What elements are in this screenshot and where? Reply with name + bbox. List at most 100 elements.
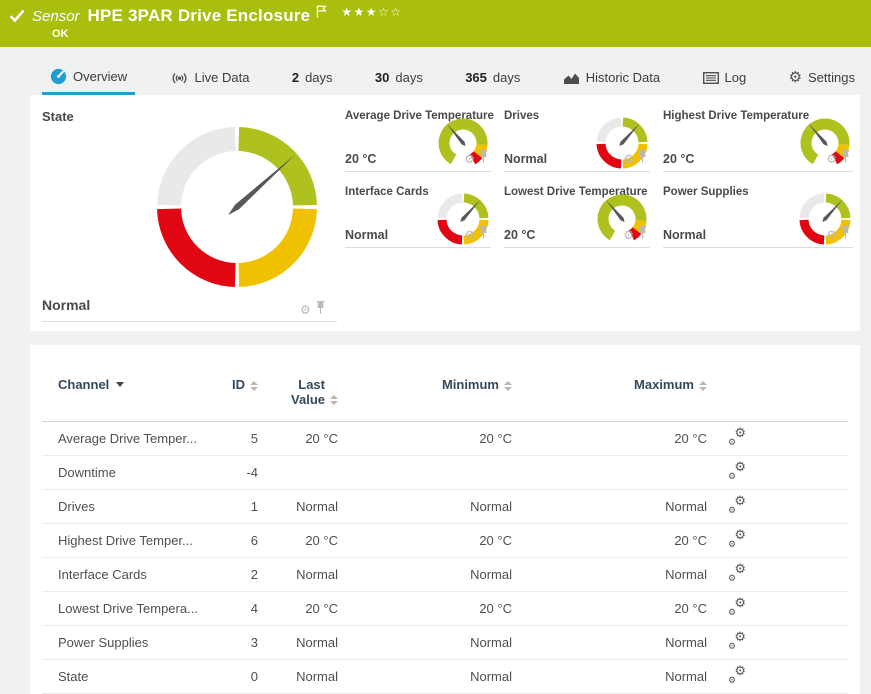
tab-2-days[interactable]: 2days <box>284 64 341 95</box>
cell-maximum: Normal <box>512 669 707 684</box>
gear-icon[interactable]: ⚙ <box>300 304 311 316</box>
table-row[interactable]: Lowest Drive Tempera... 4 20 °C 20 °C 20… <box>42 592 848 626</box>
cell-channel[interactable]: Power Supplies <box>58 635 218 650</box>
column-header-minimum[interactable]: Minimum <box>338 377 512 392</box>
sort-desc-icon <box>116 382 124 387</box>
cell-id: 0 <box>218 669 258 684</box>
cell-channel[interactable]: Downtime <box>58 465 218 480</box>
gear-icon[interactable]: ⚙ <box>464 153 475 165</box>
gear-icon[interactable]: ⚙ <box>623 153 634 165</box>
channel-settings-icon[interactable]: ⚙⚙ <box>728 633 746 650</box>
cell-maximum: 20 °C <box>512 601 707 616</box>
sensor-header: Sensor HPE 3PAR Drive Enclosure ★★★☆☆ OK <box>0 0 871 47</box>
gauge-tiles: Average Drive Temperature 20 °C ⚙ Drives… <box>345 107 853 248</box>
status-badge: OK <box>52 28 871 40</box>
flag-icon[interactable] <box>316 5 327 18</box>
cell-channel[interactable]: Drives <box>58 499 218 514</box>
channel-gauge-value: Normal <box>345 228 388 242</box>
broadcast-icon <box>170 71 189 85</box>
main-gauge-value: Normal <box>42 297 90 313</box>
gear-icon[interactable]: ⚙ <box>623 229 634 241</box>
gauge-tile: Drives Normal ⚙ <box>504 107 650 172</box>
page-title: HPE 3PAR Drive Enclosure <box>88 6 311 26</box>
cell-last-value: 20 °C <box>258 601 338 616</box>
divider <box>42 321 337 322</box>
column-header-last-value[interactable]: Last Value <box>258 377 338 407</box>
channel-table-card: Channel ID Last Value Minimum Maximum Av… <box>30 345 860 694</box>
channel-gauge-value: 20 °C <box>663 152 694 166</box>
tab-live-data[interactable]: Live Data <box>162 64 258 95</box>
column-header-channel[interactable]: Channel <box>58 377 218 392</box>
table-row[interactable]: Downtime -4 ⚙⚙ <box>42 456 848 490</box>
gauge-tile: Lowest Drive Temperature 20 °C ⚙ <box>504 183 650 248</box>
cell-last-value: 20 °C <box>258 533 338 548</box>
column-header-id[interactable]: ID <box>218 377 258 392</box>
channel-table: Channel ID Last Value Minimum Maximum Av… <box>42 375 848 694</box>
column-header-maximum[interactable]: Maximum <box>512 377 707 392</box>
channel-settings-icon[interactable]: ⚙⚙ <box>728 667 746 684</box>
pin-icon[interactable] <box>638 226 647 244</box>
cell-id: 1 <box>218 499 258 514</box>
sensor-tabbar: Overview Live Data 2days 30days 365days Histo… <box>0 47 871 95</box>
tab-log[interactable]: Log <box>695 64 755 95</box>
channel-settings-icon[interactable]: ⚙⚙ <box>728 599 746 616</box>
gear-icon[interactable]: ⚙ <box>826 153 837 165</box>
cell-channel[interactable]: Average Drive Temper... <box>58 431 218 446</box>
state-gauge <box>152 122 322 297</box>
cell-minimum: Normal <box>338 499 512 514</box>
cell-channel[interactable]: Lowest Drive Tempera... <box>58 601 218 616</box>
object-kind-label: Sensor <box>32 8 80 25</box>
tab-365-days[interactable]: 365days <box>457 64 528 95</box>
table-body: Average Drive Temper... 5 20 °C 20 °C 20… <box>42 422 848 694</box>
channel-settings-icon[interactable]: ⚙⚙ <box>728 463 746 480</box>
cell-minimum: Normal <box>338 635 512 650</box>
priority-stars[interactable]: ★★★☆☆ <box>341 5 402 19</box>
table-row[interactable]: Average Drive Temper... 5 20 °C 20 °C 20… <box>42 422 848 456</box>
cell-minimum: 20 °C <box>338 601 512 616</box>
log-icon <box>703 72 719 84</box>
table-row[interactable]: State 0 Normal Normal Normal ⚙⚙ <box>42 660 848 694</box>
channel-settings-icon[interactable]: ⚙⚙ <box>728 531 746 548</box>
cell-last-value: Normal <box>258 635 338 650</box>
table-row[interactable]: Highest Drive Temper... 6 20 °C 20 °C 20… <box>42 524 848 558</box>
cell-channel[interactable]: State <box>58 669 218 684</box>
tab-overview[interactable]: Overview <box>42 62 135 95</box>
tab-historic-data[interactable]: Historic Data <box>555 64 668 95</box>
table-row[interactable]: Power Supplies 3 Normal Normal Normal ⚙⚙ <box>42 626 848 660</box>
channel-settings-icon[interactable]: ⚙⚙ <box>728 497 746 514</box>
gear-icon[interactable]: ⚙ <box>464 229 475 241</box>
table-row[interactable]: Drives 1 Normal Normal Normal ⚙⚙ <box>42 490 848 524</box>
pin-icon[interactable] <box>638 150 647 168</box>
cell-maximum: Normal <box>512 567 707 582</box>
table-row[interactable]: Interface Cards 2 Normal Normal Normal ⚙… <box>42 558 848 592</box>
cell-maximum: Normal <box>512 635 707 650</box>
cell-last-value: Normal <box>258 567 338 582</box>
sort-icon <box>699 381 707 391</box>
cell-last-value: 20 °C <box>258 431 338 446</box>
gauge-tile: Interface Cards Normal ⚙ <box>345 183 491 248</box>
pin-icon[interactable] <box>841 226 850 244</box>
cell-id: 2 <box>218 567 258 582</box>
tab-30-days[interactable]: 30days <box>367 64 431 95</box>
cell-channel[interactable]: Highest Drive Temper... <box>58 533 218 548</box>
sort-icon <box>330 395 338 405</box>
tab-settings[interactable]: ⚙Settings <box>781 64 863 95</box>
cell-minimum: 20 °C <box>338 431 512 446</box>
pin-icon[interactable] <box>316 301 325 319</box>
channel-settings-icon[interactable]: ⚙⚙ <box>728 429 746 446</box>
sort-icon <box>504 381 512 391</box>
gear-icon[interactable]: ⚙ <box>826 229 837 241</box>
channel-settings-icon[interactable]: ⚙⚙ <box>728 565 746 582</box>
gauge-tile: Average Drive Temperature 20 °C ⚙ <box>345 107 491 172</box>
check-icon <box>9 9 25 23</box>
cell-maximum: 20 °C <box>512 431 707 446</box>
cell-minimum: 20 °C <box>338 533 512 548</box>
cell-id: 5 <box>218 431 258 446</box>
pin-icon[interactable] <box>841 150 850 168</box>
overview-gauges-card: State Normal ⚙ Average Drive Temperature… <box>30 95 860 331</box>
pin-icon[interactable] <box>479 150 488 168</box>
cell-channel[interactable]: Interface Cards <box>58 567 218 582</box>
pin-icon[interactable] <box>479 226 488 244</box>
channel-gauge-value: Normal <box>663 228 706 242</box>
area-chart-icon <box>563 71 580 85</box>
